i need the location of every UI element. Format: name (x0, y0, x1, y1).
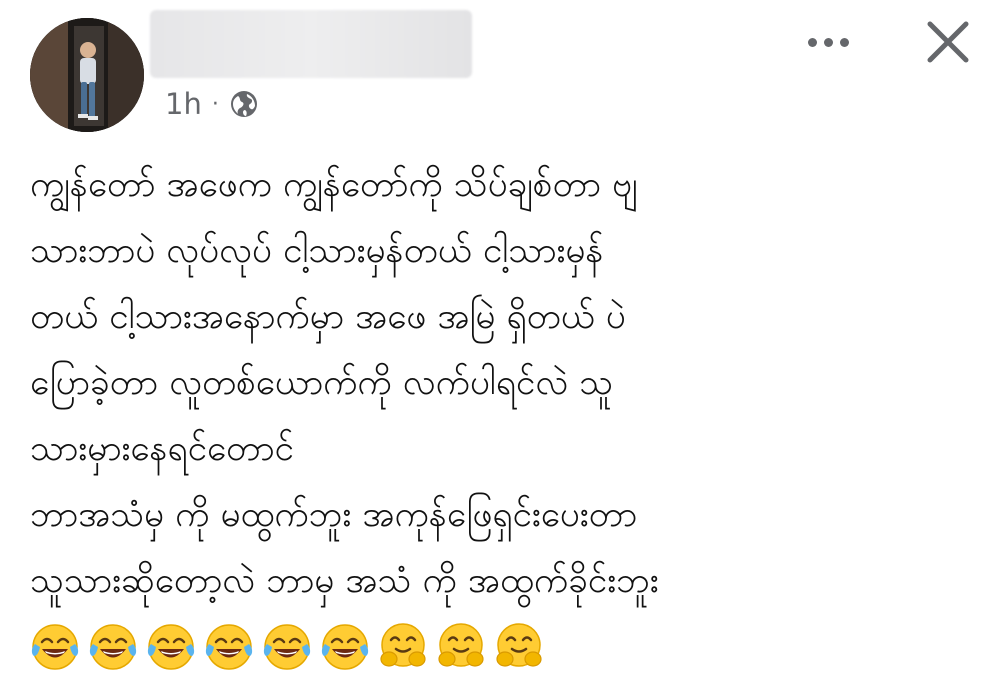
face-with-tears-of-joy-icon (263, 624, 311, 670)
more-options-dot (839, 37, 849, 47)
post-text-line: ပြောခဲ့တာ လူတစ်ယောက်ကို လက်ပါရင်လဲ သူ (30, 363, 614, 403)
face-with-tears-of-joy-icon (31, 624, 79, 670)
face-with-tears-of-joy-icon (321, 624, 369, 670)
author-name-redacted[interactable] (150, 10, 472, 78)
more-options-icon (807, 37, 817, 47)
facebook-post: 1h · ကျွန်တော် အဖေက ကျွန်တော်ကို သိပ်ချစ… (0, 0, 1000, 689)
post-body: ကျွန်တော် အဖေက ကျွန်တော်ကို သိပ်ချစ်တာ ဗ… (30, 152, 970, 614)
post-text-line: ဘာအသံမှ ကို မထွက်ဘူး အကုန်ဖြေရှင်းပေးတာ (30, 495, 638, 535)
close-icon (927, 21, 969, 63)
more-options-dot (823, 37, 833, 47)
face-with-tears-of-joy-icon (147, 624, 195, 670)
post-text-line: တယ် ငါ့သားအနောက်မှာ အဖေ အမြဲ ရှိတယ် ပဲ (30, 297, 626, 337)
globe-icon (230, 91, 257, 117)
post-text-line: သူသားဆိုတော့လဲ ဘာမှ အသံ ကို အထွက်ခိုင်းဘ… (30, 561, 659, 601)
post-meta: 1h · (165, 84, 259, 124)
post-text-line: သားဘာပဲ လုပ်လုပ် ငါ့သားမှန်တယ် ငါ့သားမှန… (30, 231, 604, 271)
avatar-photo (30, 18, 144, 132)
meta-separator: · (211, 91, 219, 117)
post-text-line: သားမှားနေရင်တောင် (30, 429, 294, 469)
face-with-tears-of-joy-icon (89, 624, 137, 670)
more-options-button[interactable] (798, 24, 858, 60)
emoji-row (30, 622, 544, 672)
close-button[interactable] (920, 14, 976, 70)
author-avatar[interactable] (30, 18, 144, 132)
hugging-face-icon (438, 623, 484, 667)
hugging-face-icon (380, 623, 426, 667)
hugging-face-icon (496, 623, 542, 667)
post-text-line: ကျွန်တော် အဖေက ကျွန်တော်ကို သိပ်ချစ်တာ ဗ… (30, 165, 638, 205)
post-timestamp[interactable]: 1h (165, 87, 202, 121)
face-with-tears-of-joy-icon (205, 624, 253, 670)
